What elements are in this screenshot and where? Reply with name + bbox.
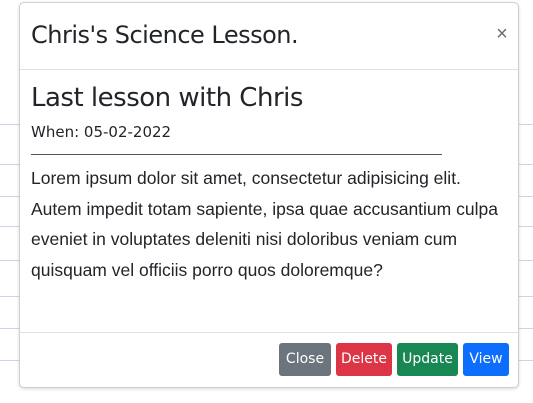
divider bbox=[31, 154, 442, 155]
lesson-modal: Chris's Science Lesson. × Last lesson wi… bbox=[19, 2, 519, 388]
lesson-description: Lorem ipsum dolor sit amet, consectetur … bbox=[31, 168, 498, 280]
update-button[interactable]: Update bbox=[397, 343, 458, 376]
delete-button[interactable]: Delete bbox=[336, 343, 392, 376]
modal-footer: Close Delete Update View bbox=[20, 332, 518, 387]
lesson-date: When: 05-02-2022 bbox=[31, 123, 172, 141]
close-button[interactable]: Close bbox=[279, 343, 331, 376]
close-icon[interactable]: × bbox=[494, 24, 510, 44]
lesson-title: Last lesson with Chris bbox=[31, 83, 303, 113]
modal-header: Chris's Science Lesson. × bbox=[20, 3, 518, 70]
modal-body: Last lesson with Chris When: 05-02-2022 … bbox=[20, 70, 518, 334]
view-button[interactable]: View bbox=[463, 343, 509, 376]
modal-title: Chris's Science Lesson. bbox=[31, 21, 299, 49]
